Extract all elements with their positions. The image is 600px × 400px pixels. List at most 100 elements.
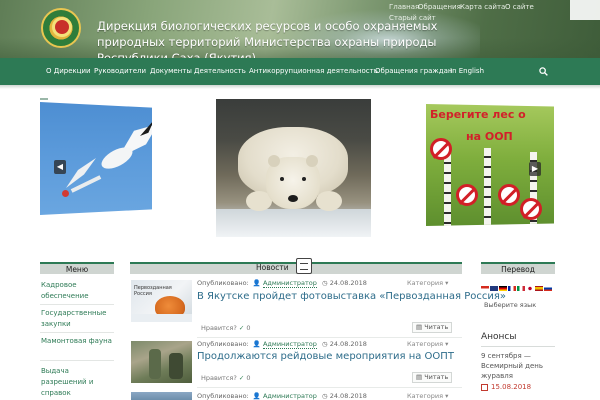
nav-leaders[interactable]: Руководители (94, 67, 146, 75)
menu-divider (40, 360, 114, 361)
chevron-down-icon: ▾ (445, 279, 449, 287)
likes-label: Нравится? (201, 324, 237, 332)
page: Дирекция биологических ресурсов и особо … (0, 0, 600, 400)
nav-citizen-appeals[interactable]: Обращения граждан (375, 67, 452, 75)
calendar-icon (481, 384, 488, 391)
nav-documents[interactable]: Документы (150, 67, 192, 75)
ranger-figure (149, 349, 161, 379)
nav-activity[interactable]: Деятельность (194, 67, 246, 75)
newspaper-icon (296, 258, 312, 274)
bear-eye-left (280, 177, 284, 181)
clock-icon: ◷ (321, 340, 328, 348)
flag-icon[interactable] (535, 286, 543, 291)
birch-tree (444, 154, 451, 226)
nav-shadow (0, 85, 600, 89)
nav-about[interactable]: О Дирекции (46, 67, 91, 75)
flag-icon[interactable] (508, 286, 516, 291)
likes-count: 0 (246, 374, 251, 382)
announcements-heading: Анонсы (481, 332, 517, 342)
menu-item-mammoth-fauna[interactable]: Мамонтовая фауна (40, 336, 114, 347)
read-more-button[interactable]: ▤ Читать (412, 372, 452, 383)
news-meta: Опубликовано: 👤 Администратор ◷ 24.08.20… (197, 340, 367, 349)
site-logo[interactable] (41, 8, 81, 48)
published-label: Опубликовано: (197, 392, 249, 400)
slider-indicator[interactable] (40, 98, 48, 100)
user-icon: 👤 (252, 279, 261, 287)
site-header: Дирекция биологических ресурсов и особо … (0, 0, 600, 58)
header-corner-tab (570, 0, 600, 20)
bear-ear-left (268, 155, 280, 167)
menu-divider (40, 304, 114, 305)
news-divider (197, 337, 462, 338)
language-select[interactable]: Выберите язык (481, 299, 555, 311)
category-dropdown[interactable]: Категория ▾ (407, 392, 448, 400)
user-icon: 👤 (252, 392, 261, 400)
bear-eye-right (302, 177, 306, 181)
read-more-button[interactable]: ▤ Читать (412, 322, 452, 333)
site-title[interactable]: Дирекция биологических ресурсов и особо … (97, 18, 477, 58)
author-link[interactable]: Администратор (262, 340, 317, 349)
thumbnail-caption: Первозданная Россия (134, 285, 172, 297)
nav-english[interactable]: In English (450, 67, 484, 75)
no-bottle-icon (520, 198, 542, 220)
menu-item-permits[interactable]: Выдача разрешений и справок (40, 366, 114, 399)
news-meta: Опубликовано: 👤 Администратор ◷ 24.08.20… (197, 279, 367, 288)
flag-icon[interactable] (499, 286, 507, 291)
news-title[interactable]: Продолжаются рейдовые мероприятия на ООП… (197, 351, 462, 362)
no-litter-icon (456, 184, 478, 206)
flag-icon[interactable] (544, 286, 552, 291)
slide-crane[interactable] (40, 102, 152, 215)
author-link[interactable]: Администратор (262, 279, 317, 288)
category-dropdown[interactable]: Категория ▾ (407, 279, 448, 287)
translate-heading: Перевод (481, 262, 555, 274)
document-icon: ▤ (416, 323, 425, 331)
slider-next-button[interactable]: ▶ (529, 162, 541, 176)
menu-heading: Меню (40, 262, 114, 274)
top-link-sitemap[interactable]: Карта сайта (460, 3, 505, 11)
top-link-home[interactable]: Главная (389, 3, 419, 11)
news-thumbnail[interactable] (131, 392, 192, 400)
top-link-old-site[interactable]: Старый сайт (389, 14, 436, 22)
category-label: Категория (407, 279, 444, 287)
slide-ice (216, 209, 371, 237)
nav-anticorruption[interactable]: Антикоррупционная деятельность (249, 67, 378, 75)
top-link-appeals[interactable]: Обращения (418, 3, 461, 11)
published-label: Опубликовано: (197, 340, 249, 348)
likes[interactable]: Нравится? ✓ 0 (201, 324, 251, 332)
likes[interactable]: Нравится? ✓ 0 (201, 374, 251, 382)
search-icon[interactable] (539, 67, 548, 76)
like-icon[interactable]: ✓ (239, 324, 244, 332)
news-thumbnail[interactable] (131, 341, 192, 383)
announcements-divider (481, 346, 555, 347)
author-link[interactable]: Администратор (262, 392, 317, 400)
top-links: Главная Обращения Карта сайта О сайте Ст… (360, 1, 600, 23)
category-label: Категория (407, 340, 444, 348)
news-title[interactable]: В Якутске пройдет фотовыставка «Первозда… (197, 291, 506, 302)
clock-icon: ◷ (321, 392, 328, 400)
announcement-date: 15.08.2018 (491, 383, 532, 391)
likes-label: Нравится? (201, 374, 237, 382)
news-date: 24.08.2018 (329, 340, 367, 348)
category-label: Категория (407, 392, 444, 400)
slide-polar-bear[interactable] (216, 99, 371, 237)
announcement-link[interactable]: 9 сентября — Всемирный день журавля (481, 351, 561, 381)
bear-paw-right (316, 191, 342, 211)
document-icon: ▤ (416, 373, 425, 381)
slider-prev-button[interactable]: ◀ (54, 160, 66, 174)
chevron-down-icon: ▾ (445, 340, 449, 348)
flag-icon[interactable] (517, 286, 525, 291)
news-thumbnail[interactable]: Первозданная Россия (131, 280, 192, 322)
category-dropdown[interactable]: Категория ▾ (407, 340, 448, 348)
bear-nose (288, 195, 298, 202)
clock-icon: ◷ (321, 279, 328, 287)
top-link-about[interactable]: О сайте (505, 3, 534, 11)
menu-item-procurement[interactable]: Государственные закупки (40, 308, 114, 330)
bear-ear-right (306, 155, 318, 167)
flag-icon[interactable] (490, 286, 498, 291)
flag-icon[interactable] (526, 286, 534, 291)
read-more-label: Читать (424, 373, 449, 381)
menu-item-staffing[interactable]: Кадровое обеспечение (40, 280, 114, 302)
flag-icon[interactable] (481, 286, 489, 291)
news-date: 24.08.2018 (329, 279, 367, 287)
like-icon[interactable]: ✓ (239, 374, 244, 382)
